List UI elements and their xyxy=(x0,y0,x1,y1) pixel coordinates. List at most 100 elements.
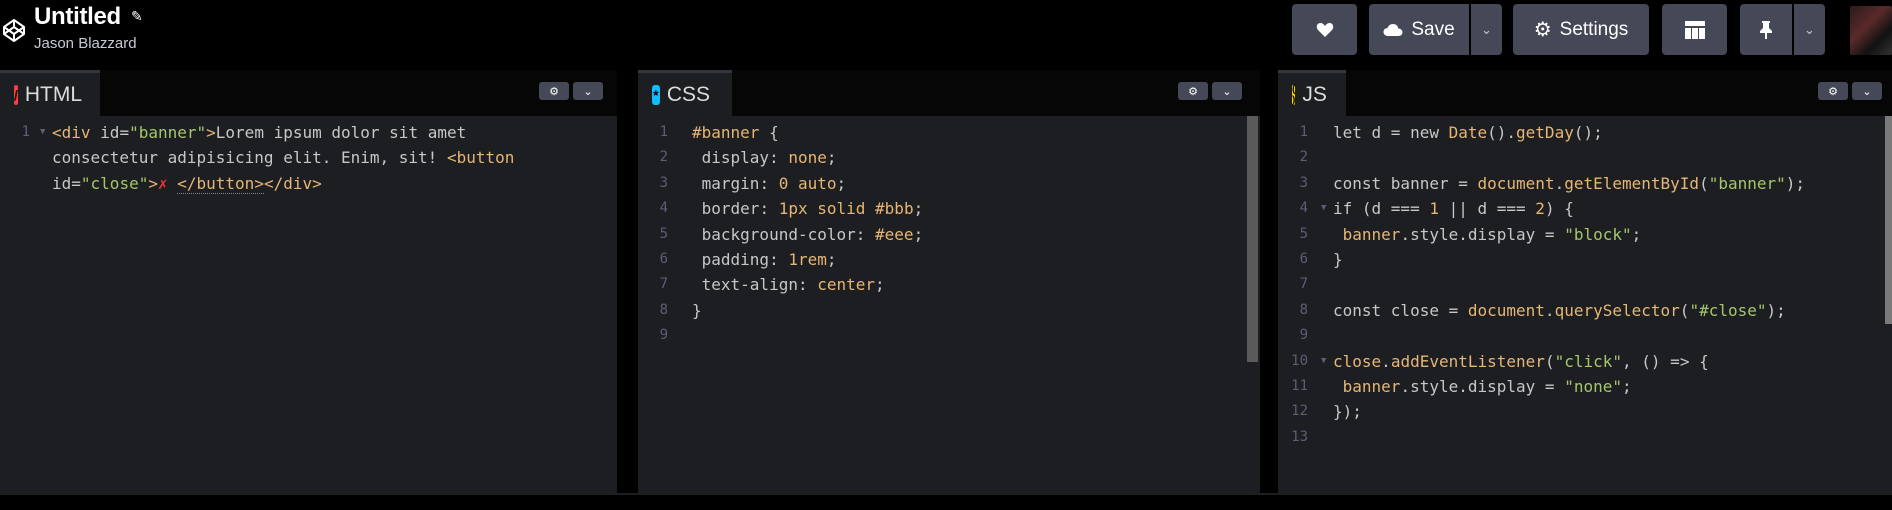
code-line[interactable]: 6} xyxy=(1278,247,1892,272)
tab-html[interactable]: / HTML xyxy=(0,70,100,116)
html-settings-button[interactable]: ⚙ xyxy=(539,82,569,100)
tab-js[interactable]: ( ) JS xyxy=(1278,70,1346,116)
css-code-area[interactable]: 1 #banner {2 display: none; 3 margin: 0 au… xyxy=(638,120,1260,493)
like-button[interactable] xyxy=(1292,4,1357,55)
code-token: consectetur adipisicing elit. Enim, sit! xyxy=(52,148,447,168)
pin-dropdown-button[interactable]: ⌄ xyxy=(1794,4,1825,55)
js-settings-button[interactable]: ⚙ xyxy=(1818,82,1848,100)
code-line[interactable]: consectetur adipisicing elit. Enim, sit!… xyxy=(0,145,617,170)
css-settings-button[interactable]: ⚙ xyxy=(1178,82,1208,100)
code-token: const close = xyxy=(1333,300,1468,320)
code-line[interactable]: 2 xyxy=(1278,145,1892,170)
html-icon: / xyxy=(14,84,18,105)
code-token: : xyxy=(769,148,789,168)
code-text: let d = new Date().getDay(); xyxy=(1333,120,1603,145)
line-number: 7 xyxy=(1299,276,1308,293)
code-line[interactable]: 1 ▼ <div id="banner">Lorem ipsum dolor sit… xyxy=(0,120,617,145)
code-token: : xyxy=(797,275,818,295)
code-token: 1rem xyxy=(788,250,827,269)
settings-button[interactable]: ⚙ Settings xyxy=(1513,4,1649,55)
code-token: none xyxy=(788,148,827,168)
js-collapse-button[interactable]: ⌄ xyxy=(1852,82,1882,100)
code-line[interactable]: id="close">✗ </button></div> xyxy=(0,171,617,196)
code-line[interactable]: 6 padding: 1rem; xyxy=(638,247,1260,272)
code-token: border xyxy=(692,199,760,219)
pin-icon xyxy=(1760,20,1772,39)
code-line[interactable]: 2 display: none; xyxy=(638,145,1260,170)
code-line[interactable]: 5 background-color: #eee; xyxy=(638,222,1260,247)
user-avatar[interactable] xyxy=(1850,6,1892,55)
code-line[interactable]: 5 banner.style.display = "block"; xyxy=(1278,222,1892,247)
tab-css[interactable]: * CSS xyxy=(638,70,732,116)
edit-pencil-icon[interactable]: ✎ xyxy=(131,8,143,25)
code-text: const banner = document.getElementById("… xyxy=(1333,171,1805,196)
code-token: ; xyxy=(913,199,924,219)
code-line[interactable]: 9 xyxy=(1278,323,1892,348)
code-token: .style.display = xyxy=(1400,377,1565,396)
code-token: if (d === xyxy=(1333,199,1430,219)
pin-button[interactable] xyxy=(1740,4,1792,55)
code-line[interactable]: 4 border: 1px solid #bbb; xyxy=(638,196,1260,221)
css-editor-header: * CSS ⚙ ⌄ xyxy=(638,70,1260,116)
code-token: background-color xyxy=(692,224,856,244)
code-token: } xyxy=(692,300,702,320)
code-text: banner.style.display = "none"; xyxy=(1333,374,1632,399)
fold-arrow-icon[interactable]: ▼ xyxy=(1321,196,1326,221)
pane-resizer[interactable] xyxy=(1260,70,1278,493)
code-token: document xyxy=(1477,173,1555,193)
code-line[interactable]: 1 #banner { xyxy=(638,120,1260,145)
footer-bar xyxy=(0,493,1892,510)
codepen-logo-icon[interactable] xyxy=(2,14,26,44)
code-line[interactable]: 13 xyxy=(1278,425,1892,450)
js-code-area[interactable]: 1 let d = new Date().getDay(); 2 3 const ban… xyxy=(1278,120,1892,493)
scrollbar[interactable] xyxy=(1885,116,1892,324)
line-number: 9 xyxy=(659,327,668,344)
code-token: close xyxy=(1333,351,1382,371)
css-collapse-button[interactable]: ⌄ xyxy=(1212,82,1242,100)
code-line[interactable]: 7 xyxy=(1278,272,1892,297)
scrollbar[interactable] xyxy=(1247,116,1258,362)
fold-arrow-icon[interactable]: ▼ xyxy=(40,120,45,145)
line-number: 4 xyxy=(1299,200,1308,217)
code-text: margin: 0 auto; xyxy=(692,171,847,196)
html-editor: / HTML ⚙ ⌄ 1 ▼ <div id="banner">Lorem ipsu… xyxy=(0,70,617,493)
code-token: Date xyxy=(1448,123,1488,142)
code-token: <button xyxy=(446,148,515,168)
code-token: ; xyxy=(826,250,837,269)
code-line[interactable]: 8 const close = document.querySelector("#… xyxy=(1278,298,1892,323)
code-line[interactable]: 3 const banner = document.getElementById(… xyxy=(1278,171,1892,196)
code-line[interactable]: 11 banner.style.display = "none"; xyxy=(1278,374,1892,399)
pen-author[interactable]: Jason Blazzard xyxy=(34,35,137,52)
code-token: (). xyxy=(1487,123,1517,142)
code-token: </button> xyxy=(177,173,264,194)
line-number: 11 xyxy=(1291,378,1308,394)
code-token: (); xyxy=(1573,123,1603,142)
code-line[interactable]: 3 margin: 0 auto; xyxy=(638,171,1260,196)
code-line[interactable]: 8} xyxy=(638,298,1260,323)
code-line[interactable]: 12}); xyxy=(1278,399,1892,424)
line-number: 2 xyxy=(1299,149,1308,166)
code-line[interactable]: 4 ▼ if (d === 1 || d === 2) { xyxy=(1278,196,1892,221)
code-line[interactable]: 10 ▼ close.addEventListener("click", () =>… xyxy=(1278,349,1892,374)
chevron-down-icon: ⌄ xyxy=(1481,21,1492,37)
code-token: } xyxy=(1333,250,1343,269)
change-view-button[interactable] xyxy=(1662,4,1727,55)
code-line[interactable]: 1 let d = new Date().getDay(); xyxy=(1278,120,1892,145)
pen-title[interactable]: Untitled xyxy=(34,3,121,31)
save-button[interactable]: Save xyxy=(1369,4,1469,55)
pane-resizer[interactable] xyxy=(617,70,638,493)
line-number: 12 xyxy=(1291,403,1308,420)
fold-arrow-icon[interactable]: ▼ xyxy=(1321,349,1326,374)
code-token: ); xyxy=(1766,300,1786,320)
heart-icon xyxy=(1316,22,1333,37)
code-token: "banner" xyxy=(1708,173,1786,193)
save-dropdown-button[interactable]: ⌄ xyxy=(1471,4,1502,55)
code-line[interactable]: 7 text-align: center; xyxy=(638,272,1260,297)
line-number: 3 xyxy=(659,174,668,191)
code-line[interactable]: 9 xyxy=(638,323,1260,348)
code-token: id= xyxy=(100,123,130,142)
tab-label: JS xyxy=(1302,82,1327,106)
html-code-area[interactable]: 1 ▼ <div id="banner">Lorem ipsum dolor sit… xyxy=(0,120,617,493)
code-token: margin xyxy=(692,173,760,193)
html-collapse-button[interactable]: ⌄ xyxy=(573,82,603,100)
